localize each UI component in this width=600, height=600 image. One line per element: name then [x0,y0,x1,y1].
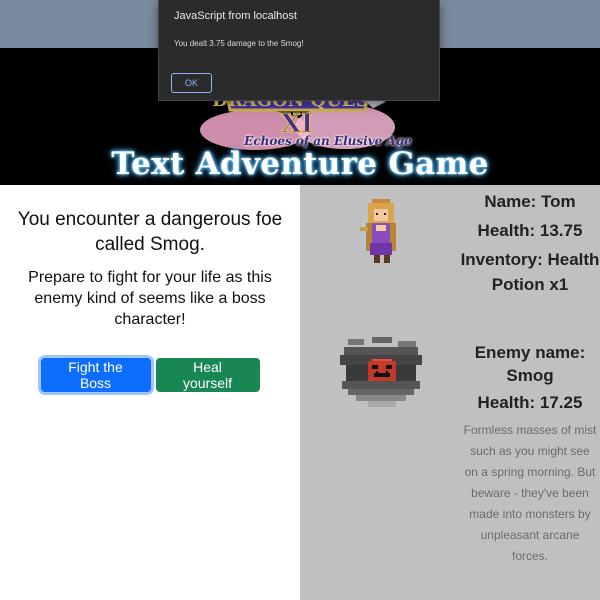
status-panel: Name: Tom Health: 13.75 Inventory: Healt… [300,185,600,600]
enemy-description: Formless masses of mist such as you migh… [463,423,597,563]
player-name: Name: Tom [484,192,576,211]
enemy-sprite-icon [340,337,422,407]
player-inventory: Inventory: Health Potion x1 [460,250,600,294]
enemy-name: Enemy name: Smog [474,343,586,385]
player-info: Name: Tom Health: 13.75 Inventory: Healt… [460,189,600,301]
enemy-info: Enemy name: Smog Health: 17.25 Formless … [460,341,600,567]
heal-yourself-button[interactable]: Heal yourself [155,358,260,392]
player-sprite-icon [360,199,396,263]
alert-message: You dealt 3.75 damage to the Smog! [174,39,304,48]
player-health: Health: 13.75 [477,221,583,240]
alert-dialog: JavaScript from localhost You dealt 3.75… [158,0,440,101]
prepare-text: Prepare to fight for your life as this e… [28,269,272,328]
fight-boss-button[interactable]: Fight the Boss [40,358,151,392]
action-buttons: Fight the Boss Heal yourself [0,358,300,392]
page-title: Text Adventure Game [111,146,489,182]
story-panel: You encounter a dangerous foe called Smo… [0,185,300,600]
encounter-text: You encounter a dangerous foe called Smo… [17,209,283,255]
alert-title: JavaScript from localhost [174,10,297,22]
enemy-health: Health: 17.25 [477,393,583,412]
ok-button[interactable]: OK [171,73,212,93]
